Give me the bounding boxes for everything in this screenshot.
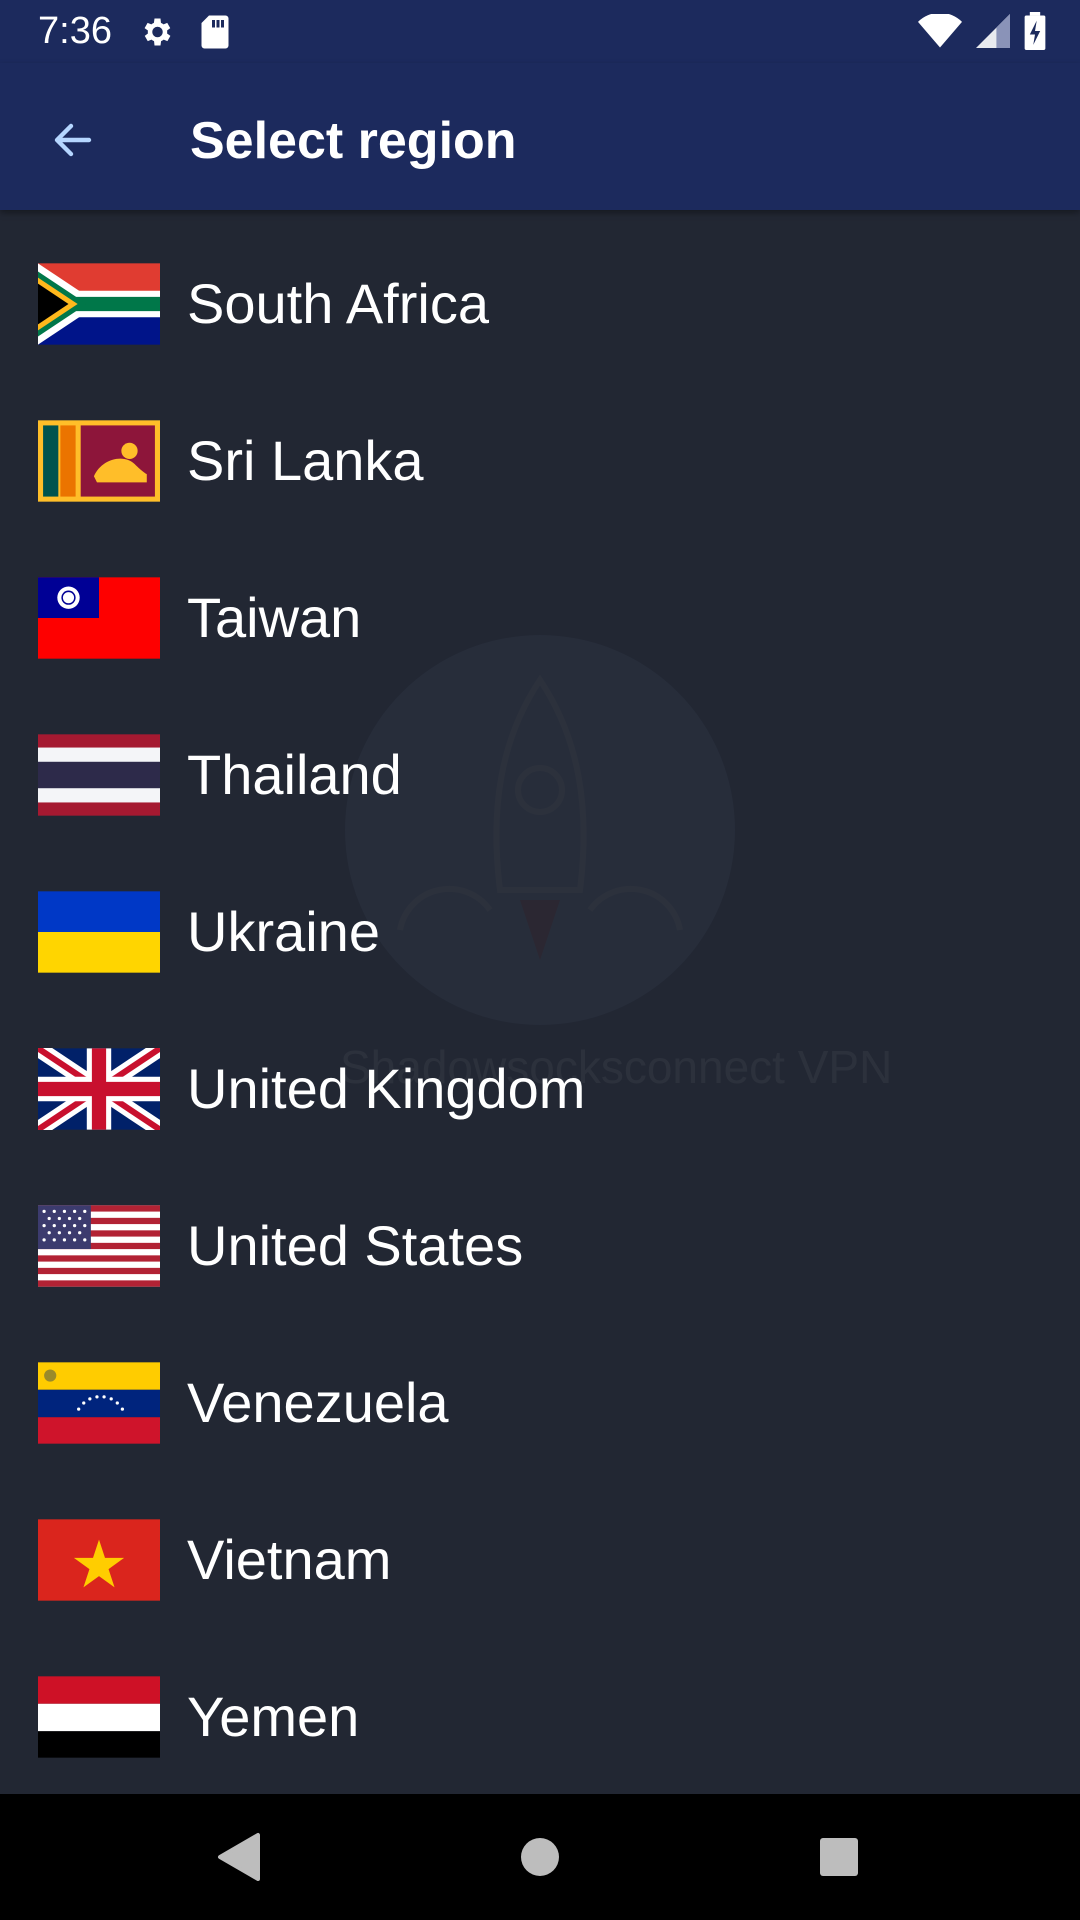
home-circle-icon <box>521 1838 559 1876</box>
battery-charging-icon <box>1024 12 1046 50</box>
region-name: United States <box>187 1214 524 1277</box>
flag-vn-icon <box>38 1518 160 1601</box>
region-item-united-states[interactable]: United States <box>0 1167 1080 1324</box>
region-item-sri-lanka[interactable]: Sri Lanka <box>0 382 1080 539</box>
flag-th-icon <box>38 733 160 816</box>
wifi-icon <box>918 14 962 48</box>
page-title: Select region <box>190 112 517 170</box>
app-bar: Select region <box>0 63 1080 210</box>
region-name: Vietnam <box>187 1528 392 1591</box>
region-name: Thailand <box>187 743 402 806</box>
region-name: Ukraine <box>187 900 380 963</box>
flag-ua-icon <box>38 890 160 973</box>
back-button[interactable] <box>34 101 112 179</box>
status-time: 7:36 <box>38 10 112 52</box>
flag-za-icon <box>38 262 160 345</box>
recents-square-icon <box>820 1838 858 1876</box>
navigation-bar <box>0 1794 1080 1920</box>
region-item-venezuela[interactable]: Venezuela <box>0 1324 1080 1481</box>
nav-back-button[interactable] <box>204 1822 274 1892</box>
flag-ye-icon <box>38 1675 160 1758</box>
settings-icon <box>144 18 171 46</box>
region-item-thailand[interactable]: Thailand <box>0 696 1080 853</box>
flag-gb-icon <box>38 1047 160 1130</box>
region-name: Taiwan <box>187 586 362 649</box>
region-item-south-africa[interactable]: South Africa <box>0 225 1080 382</box>
flag-lk-icon <box>38 419 160 502</box>
region-name: Venezuela <box>187 1371 449 1434</box>
status-bar: 7:36 <box>0 0 1080 63</box>
arrow-back-icon <box>54 123 92 157</box>
flag-us-icon <box>38 1204 160 1287</box>
status-left-icons <box>138 14 230 50</box>
back-triangle-icon <box>218 1833 260 1881</box>
region-item-yemen[interactable]: Yemen <box>0 1638 1080 1795</box>
region-name: South Africa <box>187 272 489 335</box>
region-item-ukraine[interactable]: Ukraine <box>0 853 1080 1010</box>
region-item-united-kingdom[interactable]: United Kingdom <box>0 1010 1080 1167</box>
flag-tw-icon <box>38 576 160 659</box>
status-right-icons <box>918 12 1046 50</box>
region-name: United Kingdom <box>187 1057 586 1120</box>
nav-recents-button[interactable] <box>804 1822 874 1892</box>
nav-home-button[interactable] <box>505 1822 575 1892</box>
region-list: South Africa Sri Lanka Taiwan Thailand U… <box>0 225 1080 1795</box>
region-item-taiwan[interactable]: Taiwan <box>0 539 1080 696</box>
sd-card-icon <box>201 15 229 49</box>
region-item-vietnam[interactable]: Vietnam <box>0 1481 1080 1638</box>
region-name: Yemen <box>187 1685 360 1748</box>
flag-ve-icon <box>38 1361 160 1444</box>
region-name: Sri Lanka <box>187 429 424 492</box>
signal-icon <box>976 14 1010 48</box>
